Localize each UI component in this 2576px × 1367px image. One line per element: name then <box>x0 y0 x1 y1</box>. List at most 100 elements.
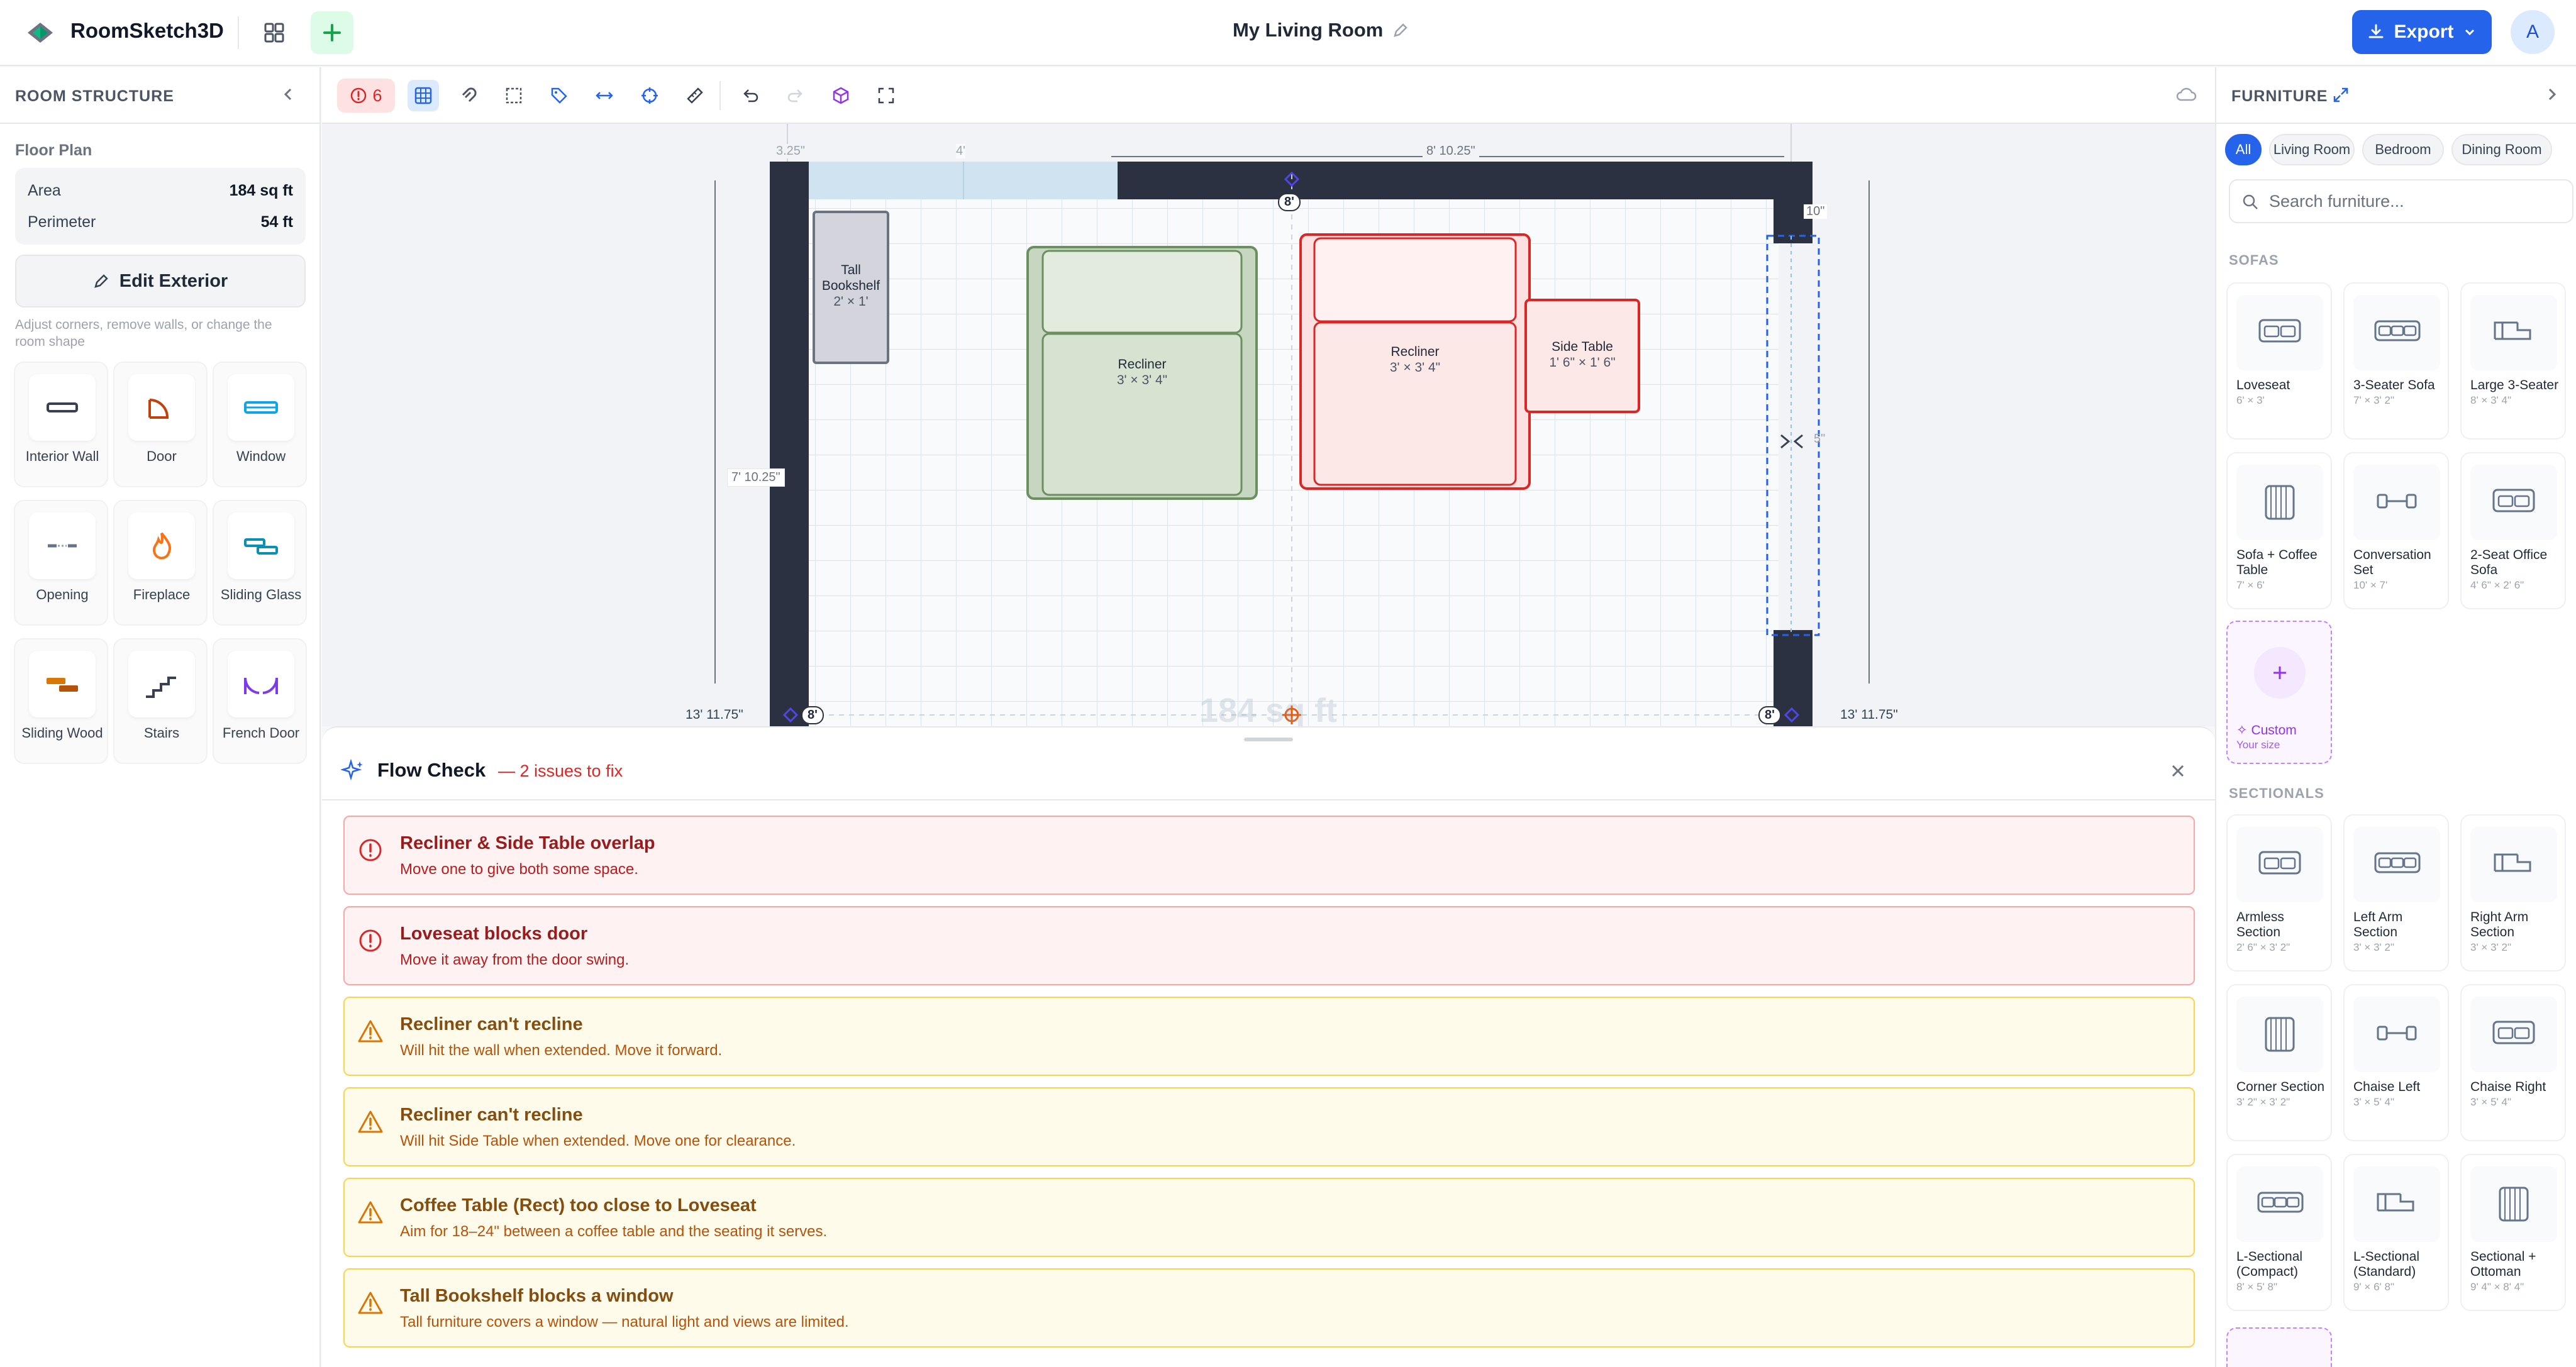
furniture-card[interactable]: Chaise Right 3' × 5' 4" <box>2460 984 2566 1141</box>
collapse-panel-icon[interactable] <box>2543 86 2560 102</box>
select-button[interactable] <box>498 80 530 111</box>
dim-outer-left: 13' 11.75" <box>682 707 747 722</box>
issue-description: Move it away from the door swing. <box>400 951 630 968</box>
furniture-name: Sofa + Coffee Table 7' × 6' <box>2236 548 2331 593</box>
divider <box>2216 123 2576 124</box>
dim-right-gap: 10" <box>1804 204 1828 219</box>
divider <box>719 81 721 110</box>
furniture-card[interactable]: Loveseat 6' × 3' <box>2226 282 2332 440</box>
search-furniture-input[interactable]: Search furniture... <box>2229 179 2573 223</box>
room-title[interactable]: My Living Room <box>1195 19 1446 42</box>
edit-exterior-button[interactable]: Edit Exterior <box>15 255 306 307</box>
tool-sliding-wood[interactable]: Sliding Wood <box>14 638 108 764</box>
redo-button[interactable] <box>780 80 811 111</box>
furniture-card[interactable]: Large 3-Seater 8' × 3' 4" <box>2460 282 2566 440</box>
furniture-card[interactable]: Sectional + Ottoman 9' 4" × 8' 4" <box>2460 1154 2566 1311</box>
filter-chip[interactable]: Living Room <box>2269 134 2355 165</box>
divider <box>0 123 321 124</box>
dimensions-button[interactable] <box>589 80 620 111</box>
furniture-card[interactable]: Armless Section 2' 6" × 3' 2" <box>2226 814 2332 971</box>
expand-icon <box>878 87 894 104</box>
wall-length-badge[interactable]: 8' <box>1758 706 1781 724</box>
issue-item[interactable]: Recliner can't recline Will hit the wall … <box>343 997 2195 1076</box>
furniture-card[interactable]: Left Arm Section 3' × 3' 2" <box>2343 814 2449 971</box>
furniture-thumbnail-icon <box>2470 827 2557 902</box>
floor-plan-canvas[interactable]: 184 sq ft 3.25" 4' 8' 10.25" 7' 10.25" 1… <box>322 67 2215 729</box>
tool-fireplace[interactable]: Fireplace <box>113 500 208 626</box>
furniture-dims: 3' × 5' 4" <box>2470 1096 2511 1108</box>
labels-button[interactable] <box>543 80 575 111</box>
furniture-thumbnail-icon <box>2236 1166 2323 1242</box>
tool-interior-wall[interactable]: Interior Wall <box>14 362 108 487</box>
tool-opening[interactable]: Opening <box>14 500 108 626</box>
wall-top[interactable] <box>1118 162 1790 199</box>
grid-view-button[interactable] <box>257 15 292 50</box>
tool-french-door[interactable]: French Door <box>213 638 307 764</box>
dim-right-small: 5" <box>1814 432 1826 446</box>
tool-window[interactable]: Window <box>213 362 307 487</box>
filter-chip[interactable]: Dining Room <box>2451 134 2552 165</box>
furniture-card[interactable]: 3-Seater Sofa 7' × 3' 2" <box>2343 282 2449 440</box>
tool-door[interactable]: Door <box>113 362 208 487</box>
tool-stairs[interactable]: Stairs <box>113 638 208 764</box>
furniture-card[interactable]: Right Arm Section 3' × 3' 2" <box>2460 814 2566 971</box>
alert-circle-icon <box>351 87 367 104</box>
close-icon[interactable] <box>2168 761 2187 780</box>
edit-helper-text: Adjust corners, remove walls, or change … <box>15 318 272 349</box>
issue-item[interactable]: Coffee Table (Rect) too close to Lovesea… <box>343 1178 2195 1257</box>
furniture-thumbnail-icon <box>2470 465 2557 540</box>
custom-size-card[interactable] <box>2226 1327 2332 1367</box>
wall-left[interactable] <box>770 162 809 726</box>
filter-chip[interactable]: All <box>2225 134 2262 165</box>
furniture-card[interactable]: Corner Section 3' 2" × 3' 2" <box>2226 984 2332 1141</box>
pencil-icon <box>94 274 108 288</box>
wall-length-badge[interactable]: 8' <box>1278 193 1301 211</box>
furniture-card[interactable]: Chaise Left 3' × 5' 4" <box>2343 984 2449 1141</box>
issue-item[interactable]: Recliner & Side Table overlap Move one to… <box>343 816 2195 895</box>
flow-check-title: Flow Check <box>377 759 486 781</box>
snap-button[interactable] <box>453 80 484 111</box>
sofas-category: SOFAS <box>2229 252 2279 268</box>
expand-panel-icon[interactable] <box>2332 86 2350 104</box>
grid-toggle-button[interactable] <box>408 80 439 111</box>
view-3d-button[interactable] <box>825 80 857 111</box>
arrows-horizontal-icon <box>596 92 613 99</box>
wall-length-badge[interactable]: 8' <box>801 706 824 724</box>
area-watermark: 184 sq ft <box>1199 692 1338 729</box>
furniture-card[interactable]: Sofa + Coffee Table 7' × 6' <box>2226 452 2332 609</box>
furniture-dims: 9' 4" × 8' 4" <box>2470 1281 2524 1293</box>
add-room-button[interactable] <box>311 11 353 54</box>
furniture-name: Right Arm Section 3' × 3' 2" <box>2470 910 2565 955</box>
wall-right-upper[interactable] <box>1774 162 1813 243</box>
drag-handle[interactable] <box>1244 738 1293 741</box>
custom-size-card[interactable]: ✧ Custom Your size <box>2226 621 2332 764</box>
furniture-dims: 8' × 5' 8" <box>2236 1281 2277 1293</box>
furniture-name: Left Arm Section 3' × 3' 2" <box>2353 910 2448 955</box>
collapse-panel-icon[interactable] <box>280 86 297 102</box>
furniture-name: L-Sectional (Standard) 9' × 6' 8" <box>2353 1249 2448 1295</box>
issue-item[interactable]: Recliner can't recline Will hit Side Tabl… <box>343 1087 2195 1166</box>
filter-chip[interactable]: Bedroom <box>2362 134 2444 165</box>
furniture-thumbnail-icon <box>2236 465 2323 540</box>
app-name: RoomSketch3D <box>70 19 224 42</box>
avatar[interactable]: A <box>2511 10 2555 54</box>
issue-item[interactable]: Tall Bookshelf blocks a window Tall furni… <box>343 1268 2195 1348</box>
furniture-card[interactable]: Conversation Set 10' × 7' <box>2343 452 2449 609</box>
issue-title: Coffee Table (Rect) too close to Lovesea… <box>400 1195 757 1215</box>
center-button[interactable] <box>634 80 665 111</box>
issue-item[interactable]: Loveseat blocks door Move it away from th… <box>343 906 2195 985</box>
furniture-card[interactable]: 2-Seat Office Sofa 4' 6" × 2' 6" <box>2460 452 2566 609</box>
issues-button[interactable]: 6 <box>337 79 395 113</box>
tool-sliding-glass[interactable]: Sliding Glass <box>213 500 307 626</box>
furniture-thumbnail-icon <box>2470 1166 2557 1242</box>
measure-button[interactable] <box>679 80 711 111</box>
fullscreen-button[interactable] <box>870 80 902 111</box>
sectionals-category: SECTIONALS <box>2229 785 2324 801</box>
furniture-card[interactable]: L-Sectional (Compact) 8' × 5' 8" <box>2226 1154 2332 1311</box>
furniture-card[interactable]: L-Sectional (Standard) 9' × 6' 8" <box>2343 1154 2449 1311</box>
window-icon <box>228 374 294 441</box>
export-button[interactable]: Export <box>2352 10 2492 54</box>
furniture-dims: 2' 6" × 3' 2" <box>2236 941 2290 953</box>
undo-button[interactable] <box>735 80 766 111</box>
crosshair-icon <box>641 87 658 104</box>
